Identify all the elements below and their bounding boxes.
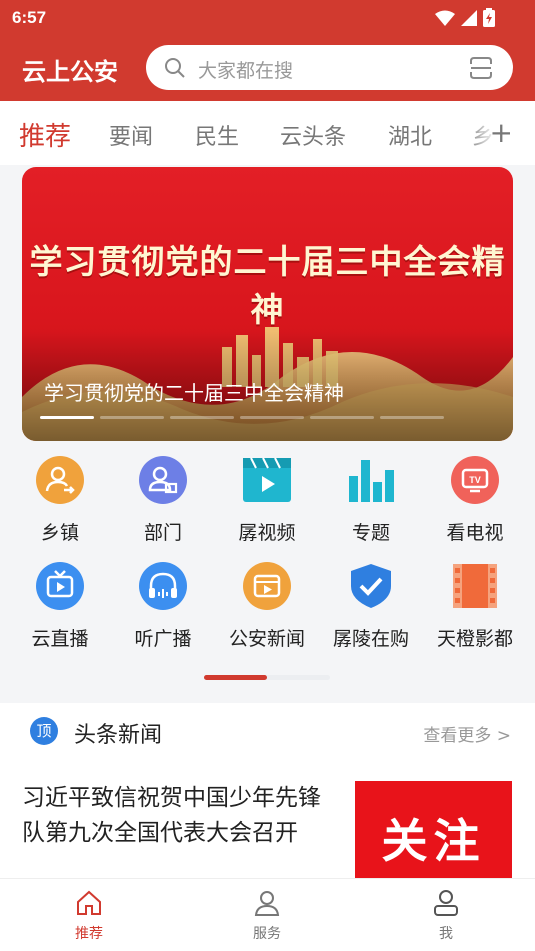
home-icon (77, 890, 101, 915)
grid-item-live[interactable]: 云直播 (8, 562, 112, 651)
svg-text:TV: TV (469, 475, 481, 485)
thumbnail-text: 关注 (381, 814, 486, 868)
grid-item-video[interactable]: 孱视频 (215, 456, 319, 545)
film-icon (451, 562, 499, 610)
news-header: 顶 头条新闻 查看更多 > (0, 703, 535, 759)
radio-icon (139, 562, 187, 610)
grid-pager (204, 675, 330, 680)
bottom-nav: 推荐 服务 我 (0, 878, 535, 951)
app-title: 云上公安 (22, 58, 118, 86)
tab-hubei[interactable]: 湖北 (388, 119, 432, 151)
search-bar[interactable]: 大家都在搜 (146, 45, 513, 90)
nav-recommend[interactable]: 推荐 (44, 889, 134, 943)
section-title: 头条新闻 (74, 723, 163, 748)
town-icon (36, 456, 84, 504)
carousel-indicator (40, 416, 444, 419)
user-service-icon (254, 891, 280, 916)
tab-recommend[interactable]: 推荐 (19, 116, 71, 153)
battery-icon (483, 8, 495, 31)
tab-important-news[interactable]: 要闻 (109, 119, 153, 151)
video-icon (243, 456, 291, 504)
shield-check-icon (347, 562, 395, 610)
banner-caption: 学习贯彻党的二十届三中全会精神 (44, 381, 344, 405)
signal-icon (461, 9, 477, 30)
grid-item-police-news[interactable]: 公安新闻 (215, 562, 319, 651)
headline-news-section: 顶 头条新闻 查看更多 > 习近平致信祝贺中国少年先锋队第九次全国代表大会召开 … (0, 703, 535, 878)
see-more-link[interactable]: 查看更多 > (423, 721, 511, 746)
department-icon (139, 456, 187, 504)
app-header: 6:57 云上公安 大家都在搜 (0, 0, 535, 101)
grid-item-town[interactable]: 乡镇 (8, 456, 112, 545)
article-title[interactable]: 习近平致信祝贺中国少年先锋队第九次全国代表大会召开 (22, 781, 334, 851)
hero-banner[interactable]: 学习贯彻党的二十届三中全会精神 学习贯彻党的二十届三中全会精神 (22, 167, 513, 441)
tv-icon: TV (451, 456, 499, 504)
grid-item-shopping[interactable]: 孱陵在购 (319, 562, 423, 651)
wifi-icon (435, 10, 455, 30)
grid-item-radio[interactable]: 听广播 (111, 562, 215, 651)
grid-item-department[interactable]: 部门 (111, 456, 215, 545)
status-time: 6:57 (12, 8, 47, 27)
tab-cloud-headlines[interactable]: 云头条 (280, 119, 346, 151)
news-icon (243, 562, 291, 610)
status-bar: 6:57 (0, 0, 535, 36)
add-channel-icon[interactable]: + (490, 119, 513, 147)
search-icon (164, 57, 186, 83)
search-placeholder: 大家都在搜 (198, 60, 294, 82)
nav-me[interactable]: 我 (401, 889, 491, 943)
status-icons (435, 8, 495, 31)
profile-icon (434, 890, 458, 916)
scan-icon[interactable] (469, 57, 493, 83)
grid-item-tv[interactable]: TV 看电视 (423, 456, 527, 545)
channel-tabs: 推荐 要闻 民生 云头条 湖北 乡 + (0, 101, 535, 165)
grid-item-cinema[interactable]: 天橙影都 (423, 562, 527, 651)
shortcut-grid: 乡镇 部门 孱视频 专题 TV 看电视 云直播 听广播 公安新闻 孱陵在购 天橙… (0, 450, 535, 700)
tab-livelihood[interactable]: 民生 (195, 119, 239, 151)
article-thumbnail[interactable]: 关注 (355, 781, 512, 878)
nav-service[interactable]: 服务 (222, 889, 312, 943)
live-icon (36, 562, 84, 610)
top-badge-icon: 顶 (30, 717, 58, 745)
topic-icon (347, 456, 395, 504)
grid-item-topic[interactable]: 专题 (319, 456, 423, 545)
